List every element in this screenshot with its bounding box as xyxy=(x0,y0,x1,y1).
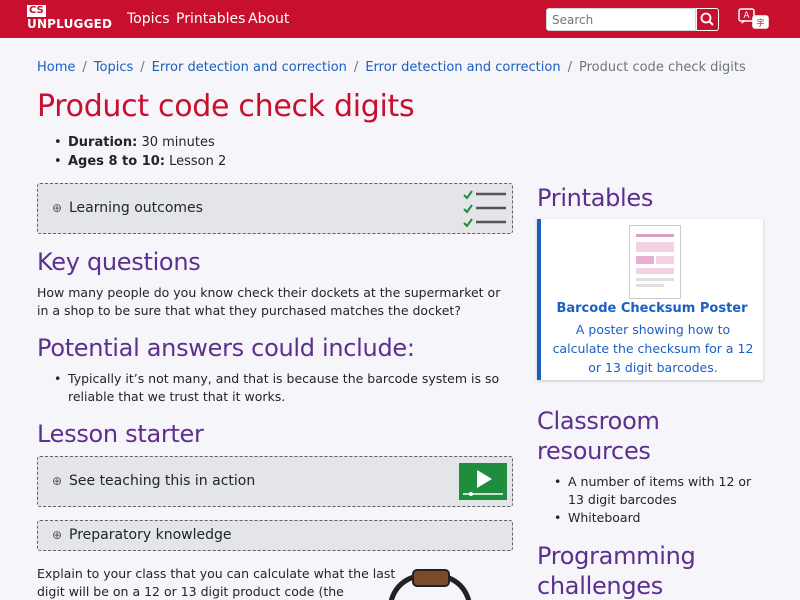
breadcrumb-home[interactable]: Home xyxy=(37,60,75,75)
learning-outcomes-title: Learning outcomes xyxy=(69,200,203,216)
nav-topics-link[interactable]: Topics xyxy=(127,10,170,28)
breadcrumb-topics[interactable]: Topics xyxy=(94,60,133,75)
svg-text:A: A xyxy=(743,11,750,21)
key-questions-heading: Key questions xyxy=(37,248,201,276)
expand-icon: ⊕ xyxy=(52,201,63,215)
classroom-resources-heading-line-2: resources xyxy=(537,437,651,465)
breadcrumb-topic[interactable]: Error detection and correction xyxy=(152,60,347,75)
lesson-meta: Duration: 30 minutes Ages 8 to 10: Lesso… xyxy=(54,133,226,171)
classroom-resources-heading-line-1: Classroom xyxy=(537,407,660,435)
lesson-starter-text-line-2: digit will be on a 12 or 13 digit produc… xyxy=(37,584,344,599)
nav-printables-link[interactable]: Printables xyxy=(176,10,245,28)
duration-item: Duration: 30 minutes xyxy=(54,133,226,152)
shopping-basket-image xyxy=(388,569,472,600)
list-item: Typically it’s not many, and that is bec… xyxy=(54,370,516,406)
printable-card-description: A poster showing how to calculate the ch… xyxy=(552,322,754,375)
teaching-in-action-panel[interactable]: ⊕ See teaching this in action xyxy=(37,456,513,507)
navbar: CS UNPLUGGED Topics Printables About A 字 xyxy=(0,0,800,38)
lesson-starter-text-line-1: Explain to your class that you can calcu… xyxy=(37,566,396,581)
programming-challenges-heading-line-2: challenges xyxy=(537,572,663,600)
ages-item: Ages 8 to 10: Lesson 2 xyxy=(54,152,226,171)
potential-answers-list: Typically it’s not many, and that is bec… xyxy=(54,370,516,406)
search-button[interactable] xyxy=(696,8,719,31)
expand-icon: ⊕ xyxy=(52,474,63,488)
search-icon xyxy=(700,12,714,26)
preparatory-knowledge-panel[interactable]: ⊕ Preparatory knowledge xyxy=(37,520,513,551)
video-play-icon xyxy=(459,463,507,500)
preparatory-knowledge-title: Preparatory knowledge xyxy=(69,527,232,543)
translate-icon[interactable]: A 字 xyxy=(738,7,770,31)
printables-heading: Printables xyxy=(537,184,654,212)
breadcrumb-unit[interactable]: Error detection and correction xyxy=(365,60,560,75)
list-item: A number of items with 12 or 13 digit ba… xyxy=(554,473,754,509)
search-input[interactable] xyxy=(546,8,696,31)
logo-cs-text: CS xyxy=(27,5,46,17)
printable-card[interactable]: Barcode Checksum Poster A poster showing… xyxy=(537,219,763,380)
breadcrumb: Home / Topics / Error detection and correcti… xyxy=(37,60,746,75)
cs-unplugged-logo[interactable]: CS UNPLUGGED xyxy=(27,5,113,33)
classroom-resources-list: A number of items with 12 or 13 digit ba… xyxy=(554,473,754,527)
page-title: Product code check digits xyxy=(37,89,415,124)
list-item: Whiteboard xyxy=(554,509,754,527)
expand-icon: ⊕ xyxy=(52,528,63,542)
breadcrumb-current: Product code check digits xyxy=(578,60,746,75)
key-questions-text: How many people do you know check their … xyxy=(37,285,501,318)
potential-answers-heading: Potential answers could include: xyxy=(37,334,415,362)
teaching-in-action-title: See teaching this in action xyxy=(69,473,256,489)
learning-outcomes-panel[interactable]: ⊕ Learning outcomes xyxy=(37,183,513,234)
logo-unplugged-text: UNPLUGGED xyxy=(27,17,113,31)
svg-text:字: 字 xyxy=(757,18,765,28)
lesson-starter-heading: Lesson starter xyxy=(37,420,204,448)
programming-challenges-heading-line-1: Programming xyxy=(537,542,696,570)
nav-about-link[interactable]: About xyxy=(248,10,289,28)
printable-card-title[interactable]: Barcode Checksum Poster xyxy=(541,301,763,316)
poster-thumbnail xyxy=(629,225,681,299)
checklist-icon xyxy=(463,190,506,228)
